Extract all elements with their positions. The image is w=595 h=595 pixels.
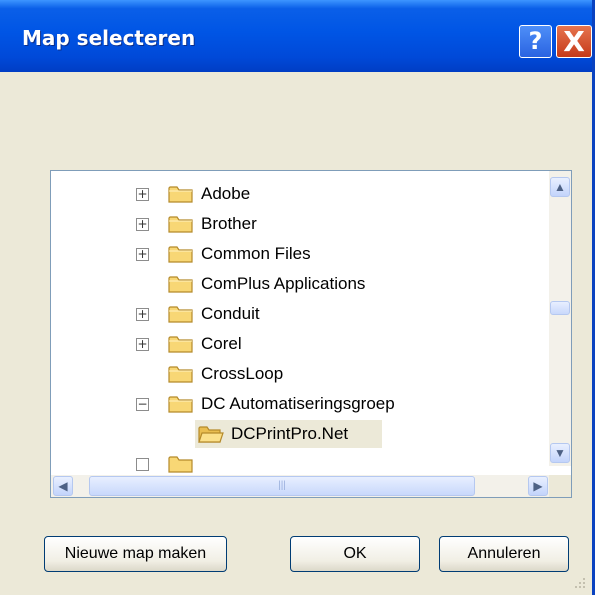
cancel-button[interactable]: Annuleren — [439, 536, 569, 572]
scroll-right-button[interactable]: ▶ — [528, 476, 548, 496]
tree-item-label: DC Automatiseringsgroep — [201, 394, 395, 413]
folder-icon — [168, 216, 193, 233]
tree-item-label: Brother — [201, 214, 257, 233]
folder-icon — [168, 456, 193, 473]
open-folder-icon — [198, 426, 224, 443]
tree-item-dcprintpro-net[interactable]: DCPrintPro.Net — [51, 420, 551, 448]
tree-item-common-files[interactable]: + Common Files — [51, 240, 551, 268]
collapse-icon[interactable]: − — [136, 397, 149, 411]
close-button[interactable]: X — [556, 25, 592, 58]
tree-item-partial — [51, 450, 551, 478]
window-title: Map selecteren — [22, 26, 196, 50]
scroll-corner — [549, 475, 571, 497]
vertical-scroll-thumb[interactable] — [550, 301, 570, 315]
tree-item-label: CrossLoop — [201, 364, 284, 383]
scroll-left-button[interactable]: ◀ — [53, 476, 73, 496]
tree-item-label: DCPrintPro.Net — [231, 424, 349, 443]
tree-item-dc-automatiseringsgroep[interactable]: − DC Automatiseringsgroep — [51, 390, 551, 418]
tree-item-adobe[interactable]: + Adobe — [51, 180, 551, 208]
folder-icon — [168, 186, 193, 203]
help-button[interactable]: ? — [519, 25, 552, 58]
folder-icon — [168, 366, 193, 383]
tree-item-crossloop[interactable]: CrossLoop — [51, 360, 551, 388]
tree-item-label: Corel — [201, 334, 242, 353]
tree-item-label: Adobe — [201, 184, 251, 203]
scroll-up-button[interactable]: ▲ — [550, 177, 570, 197]
title-bar[interactable]: Map selecteren ? X — [0, 0, 592, 72]
tree-item-corel[interactable]: + Corel — [51, 330, 551, 358]
tree-item-label: Conduit — [201, 304, 260, 323]
horizontal-scrollbar[interactable]: ◀ ||| ▶ — [51, 475, 551, 497]
horizontal-scroll-thumb[interactable]: ||| — [89, 476, 475, 496]
ok-button[interactable]: OK — [290, 536, 420, 572]
expand-icon — [136, 457, 149, 471]
expand-icon[interactable]: + — [136, 307, 149, 321]
dialog-window: Map selecteren ? X + Adobe + Brother + C… — [0, 0, 595, 595]
folder-icon — [168, 306, 193, 323]
folder-icon — [168, 246, 193, 263]
expand-icon[interactable]: + — [136, 247, 149, 261]
expand-icon[interactable]: + — [136, 337, 149, 351]
folder-icon — [168, 336, 193, 353]
folder-icon — [168, 276, 193, 293]
tree-item-label: ComPlus Applications — [201, 274, 366, 293]
expand-icon[interactable]: + — [136, 187, 149, 201]
folder-tree[interactable]: + Adobe + Brother + Common Files ComPlus… — [50, 170, 572, 498]
tree-item-complus-applications[interactable]: ComPlus Applications — [51, 270, 551, 298]
vertical-scrollbar[interactable]: ▲ ▼ — [549, 171, 571, 466]
new-folder-button[interactable]: Nieuwe map maken — [44, 536, 227, 572]
resize-grip-icon[interactable] — [572, 575, 586, 589]
expand-icon[interactable]: + — [136, 217, 149, 231]
scroll-down-button[interactable]: ▼ — [550, 443, 570, 463]
question-mark-icon: ? — [528, 27, 543, 55]
tree-item-brother[interactable]: + Brother — [51, 210, 551, 238]
tree-item-label: Common Files — [201, 244, 311, 263]
folder-icon — [168, 396, 193, 413]
tree-item-conduit[interactable]: + Conduit — [51, 300, 551, 328]
close-icon: X — [563, 25, 585, 58]
